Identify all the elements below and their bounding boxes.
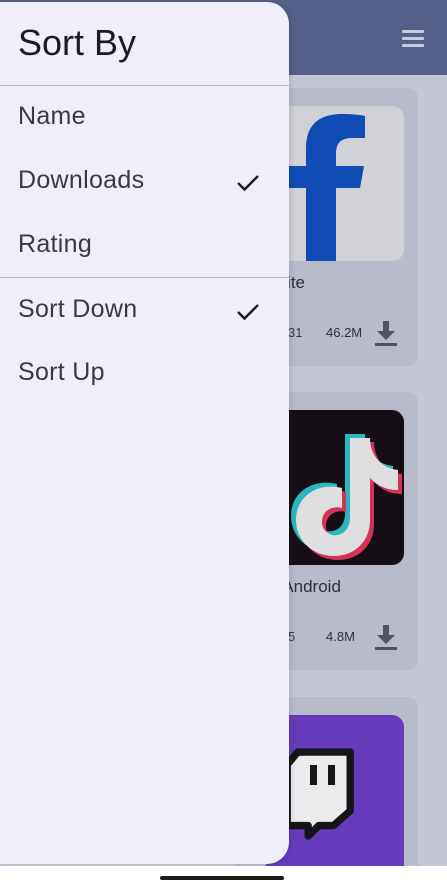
sort-option-downloads[interactable]: Downloads [0, 152, 289, 214]
system-nav-bar [0, 866, 447, 888]
divider [0, 85, 289, 86]
menu-item-label: Sort Down [18, 295, 138, 323]
home-indicator[interactable] [160, 876, 284, 880]
menu-item-label: Sort Up [18, 358, 105, 386]
sort-order-down[interactable]: Sort Down [0, 281, 289, 343]
divider [0, 277, 289, 278]
sort-option-rating[interactable]: Rating [0, 216, 289, 278]
menu-item-label: Downloads [18, 166, 145, 194]
sort-option-name[interactable]: Name [0, 88, 289, 150]
menu-item-label: Rating [18, 230, 93, 258]
menu-item-label: Name [18, 102, 86, 130]
checkmark-icon [236, 174, 260, 192]
sort-menu: Sort By Name Downloads Rating Sort Down … [0, 2, 289, 864]
checkmark-icon [236, 303, 260, 321]
sort-order-up[interactable]: Sort Up [0, 344, 289, 406]
menu-title: Sort By [18, 22, 137, 63]
